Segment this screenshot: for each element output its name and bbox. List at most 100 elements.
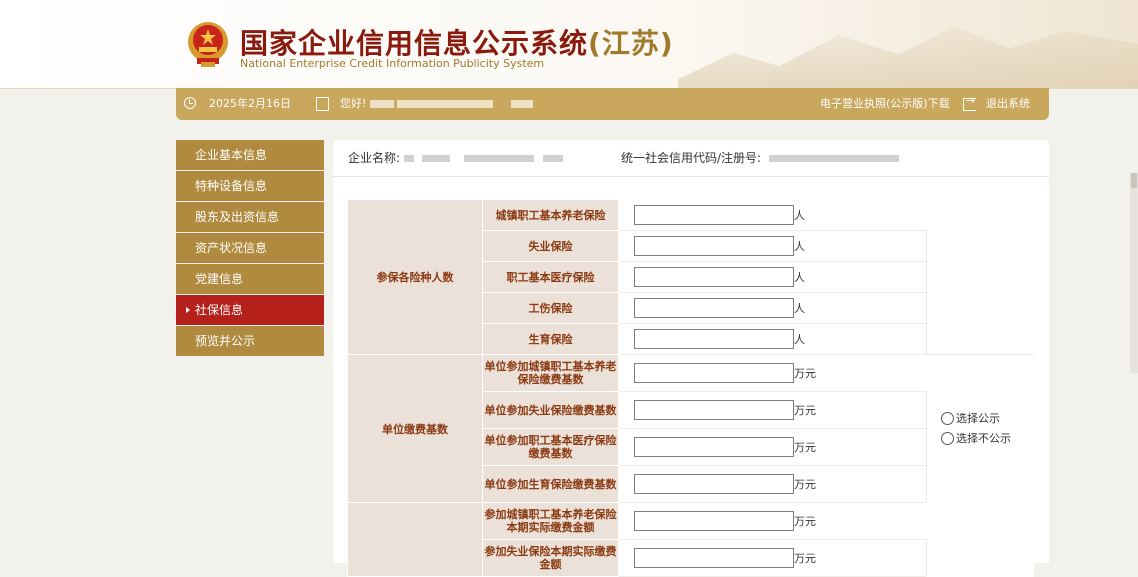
radio-cell-empty bbox=[926, 199, 1034, 355]
pension-actual-input[interactable] bbox=[634, 511, 794, 531]
publicity-radio-cell: 选择公示 选择不公示 bbox=[926, 354, 1034, 503]
table-row: 参加城镇职工基本养老保险本期实际缴费金额 万元 bbox=[347, 502, 1034, 577]
user-icon bbox=[316, 97, 329, 111]
field-cell: 万元 bbox=[618, 391, 927, 429]
field-cell: 人 bbox=[618, 323, 927, 355]
radio-option-private[interactable]: 选择不公示 bbox=[941, 429, 1033, 449]
site-subtitle: National Enterprise Credit Information P… bbox=[240, 57, 545, 70]
radio-public-button[interactable] bbox=[941, 412, 954, 425]
scrollbar-thumb[interactable] bbox=[1131, 173, 1137, 188]
field-cell: 万元 bbox=[618, 428, 927, 466]
site-header: 国家企业信用信息公示系统(江苏) National Enterprise Cre… bbox=[0, 0, 1138, 89]
unit-label: 人 bbox=[794, 240, 805, 253]
radio-public-label: 选择公示 bbox=[956, 411, 1000, 425]
radio-private-button[interactable] bbox=[941, 432, 954, 445]
unemployment-actual-input[interactable] bbox=[634, 548, 794, 568]
group-actual-payment bbox=[347, 502, 483, 577]
radio-cell-empty bbox=[926, 502, 1034, 577]
redacted-username-3 bbox=[510, 100, 533, 108]
redacted-company-2 bbox=[421, 155, 450, 162]
field-cell: 万元 bbox=[618, 539, 927, 577]
field-cell: 万元 bbox=[618, 465, 927, 503]
pension-count-input[interactable] bbox=[634, 205, 794, 225]
redacted-username bbox=[369, 100, 394, 108]
current-date: 2025年2月16日 bbox=[209, 97, 291, 110]
sidebar-item-special-equipment[interactable]: 特种设备信息 bbox=[176, 171, 324, 201]
field-cell: 人 bbox=[618, 230, 927, 262]
sidebar-item-preview-publish[interactable]: 预览并公示 bbox=[176, 326, 324, 356]
national-emblem-icon bbox=[188, 22, 228, 67]
credit-code-field: 统一社会信用代码/注册号: bbox=[621, 140, 899, 176]
field-cell: 人 bbox=[618, 292, 927, 324]
redacted-credit-code bbox=[768, 155, 899, 162]
clock-icon bbox=[184, 97, 196, 109]
unit-label: 万元 bbox=[794, 478, 816, 491]
unit-label: 人 bbox=[794, 271, 805, 284]
unit-label: 人 bbox=[794, 209, 805, 222]
row-label: 工伤保险 bbox=[482, 292, 619, 324]
row-label: 城镇职工基本养老保险 bbox=[482, 199, 619, 231]
redacted-company-4 bbox=[543, 155, 564, 162]
unit-label: 万元 bbox=[794, 552, 816, 565]
radio-option-public[interactable]: 选择公示 bbox=[941, 409, 1033, 429]
logout-icon[interactable] bbox=[963, 94, 976, 111]
field-cell: 万元 bbox=[618, 502, 927, 540]
company-name-field: 企业名称: bbox=[348, 140, 564, 176]
credit-code-label: 统一社会信用代码/注册号: bbox=[621, 151, 762, 165]
row-label: 单位参加职工基本医疗保险缴费基数 bbox=[482, 428, 619, 466]
sidebar-item-assets[interactable]: 资产状况信息 bbox=[176, 233, 324, 263]
unemployment-count-input[interactable] bbox=[634, 236, 794, 256]
row-label: 单位参加城镇职工基本养老保险缴费基数 bbox=[482, 354, 619, 392]
main-content: 企业名称: 统一社会信用代码/注册号: 参保各险种人数 城镇职工基本养老保险 人… bbox=[333, 140, 1049, 577]
page-scrollbar[interactable] bbox=[1130, 173, 1138, 373]
social-security-form: 参保各险种人数 城镇职工基本养老保险 人 失业保险 人 职工基本医疗保险 人 工… bbox=[347, 199, 1034, 577]
company-info-bar: 企业名称: 统一社会信用代码/注册号: bbox=[333, 140, 1049, 177]
sidebar-item-social-security[interactable]: 社保信息 bbox=[176, 295, 324, 325]
row-label: 参加失业保险本期实际缴费金额 bbox=[482, 539, 619, 577]
sidebar-item-shareholders[interactable]: 股东及出资信息 bbox=[176, 202, 324, 232]
site-title-text: 国家企业信用信息公示系统 bbox=[240, 27, 589, 60]
field-cell: 万元 bbox=[618, 354, 927, 392]
row-label: 失业保险 bbox=[482, 230, 619, 262]
radio-private-label: 选择不公示 bbox=[956, 431, 1011, 445]
sidebar-item-basic-info[interactable]: 企业基本信息 bbox=[176, 140, 324, 170]
field-cell: 人 bbox=[618, 261, 927, 293]
site-region: (江苏) bbox=[588, 27, 674, 60]
site-title: 国家企业信用信息公示系统(江苏) bbox=[240, 22, 674, 62]
unit-label: 人 bbox=[794, 302, 805, 315]
row-label: 参加城镇职工基本养老保险本期实际缴费金额 bbox=[482, 502, 619, 540]
table-row: 单位缴费基数 单位参加城镇职工基本养老保险缴费基数 万元 选择公示 选择不公示 bbox=[347, 354, 1034, 503]
injury-count-input[interactable] bbox=[634, 298, 794, 318]
unit-label: 万元 bbox=[794, 404, 816, 417]
row-label: 单位参加失业保险缴费基数 bbox=[482, 391, 619, 429]
redacted-username-2 bbox=[397, 100, 494, 108]
unit-label: 人 bbox=[794, 333, 805, 346]
table-row: 参保各险种人数 城镇职工基本养老保险 人 bbox=[347, 199, 1034, 355]
sidebar-nav: 企业基本信息 特种设备信息 股东及出资信息 资产状况信息 党建信息 社保信息 预… bbox=[176, 140, 324, 357]
unit-label: 万元 bbox=[794, 515, 816, 528]
top-info-bar: 2025年2月16日 您好! 电子营业执照(公示版)下载 退出系统 bbox=[176, 88, 1049, 120]
unit-label: 万元 bbox=[794, 441, 816, 454]
unemployment-base-input[interactable] bbox=[634, 400, 794, 420]
license-download-link[interactable]: 电子营业执照(公示版)下载 bbox=[820, 88, 950, 120]
company-name-label: 企业名称: bbox=[348, 151, 401, 165]
medical-base-input[interactable] bbox=[634, 437, 794, 457]
greeting-text: 您好! bbox=[340, 97, 367, 110]
row-label: 职工基本医疗保险 bbox=[482, 261, 619, 293]
redacted-company-3 bbox=[463, 155, 534, 162]
maternity-base-input[interactable] bbox=[634, 474, 794, 494]
header-mountain-illustration bbox=[678, 26, 1138, 88]
logout-link[interactable]: 退出系统 bbox=[986, 88, 1030, 120]
group-contribution-base: 单位缴费基数 bbox=[347, 354, 483, 503]
row-label: 生育保险 bbox=[482, 323, 619, 355]
pension-base-input[interactable] bbox=[634, 363, 794, 383]
field-cell: 人 bbox=[618, 199, 927, 231]
row-label: 单位参加生育保险缴费基数 bbox=[482, 465, 619, 503]
sidebar-item-party[interactable]: 党建信息 bbox=[176, 264, 324, 294]
user-greeting: 您好! bbox=[340, 88, 533, 120]
group-insured-count: 参保各险种人数 bbox=[347, 199, 483, 355]
unit-label: 万元 bbox=[794, 367, 816, 380]
redacted-company-1 bbox=[403, 155, 414, 162]
maternity-count-input[interactable] bbox=[634, 329, 794, 349]
medical-count-input[interactable] bbox=[634, 267, 794, 287]
